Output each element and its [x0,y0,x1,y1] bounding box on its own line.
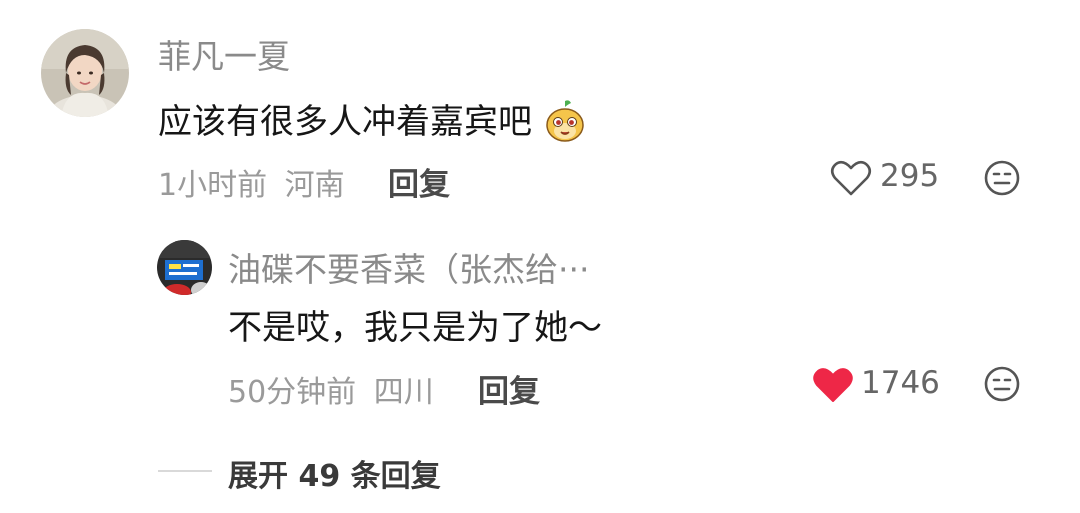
comment-thread: 菲凡一夏 应该有很多人冲着嘉宾吧 1小时前 河南 回复 295 油碟不要香菜（张… [0,0,1080,513]
avatar[interactable] [41,29,129,117]
comment-text-body: 应该有很多人冲着嘉宾吧 [158,102,532,142]
reply-meta: 50分钟前 四川 [228,367,434,411]
reply-username[interactable]: 油碟不要香菜（张杰给··· [228,243,589,291]
comment-meta: 1小时前 河南 [158,160,345,204]
reply-location: 四川 [373,375,434,410]
reply-button[interactable]: 回复 [388,159,450,204]
reply-time: 50分钟前 [228,375,357,410]
heart-filled-icon[interactable] [812,366,854,404]
expand-replies-button[interactable]: 展开 49 条回复 [228,451,441,495]
comment-location: 河南 [284,168,345,203]
reply-avatar[interactable] [157,240,212,295]
neutral-face-icon[interactable] [984,366,1020,402]
like-count: 295 [880,158,940,194]
reply-reply-button[interactable]: 回复 [478,366,540,411]
comment-text: 应该有很多人冲着嘉宾吧 [158,94,585,143]
neutral-face-icon[interactable] [984,160,1020,196]
reply-text: 不是哎，我只是为了她～ [228,308,602,348]
reply-like-count: 1746 [861,365,940,401]
comment-username[interactable]: 菲凡一夏 [158,30,290,78]
expand-divider [158,470,212,472]
cute-smiling-creature-emoji-icon [545,99,585,143]
heart-outline-icon[interactable] [830,159,872,197]
comment-time: 1小时前 [158,168,268,203]
